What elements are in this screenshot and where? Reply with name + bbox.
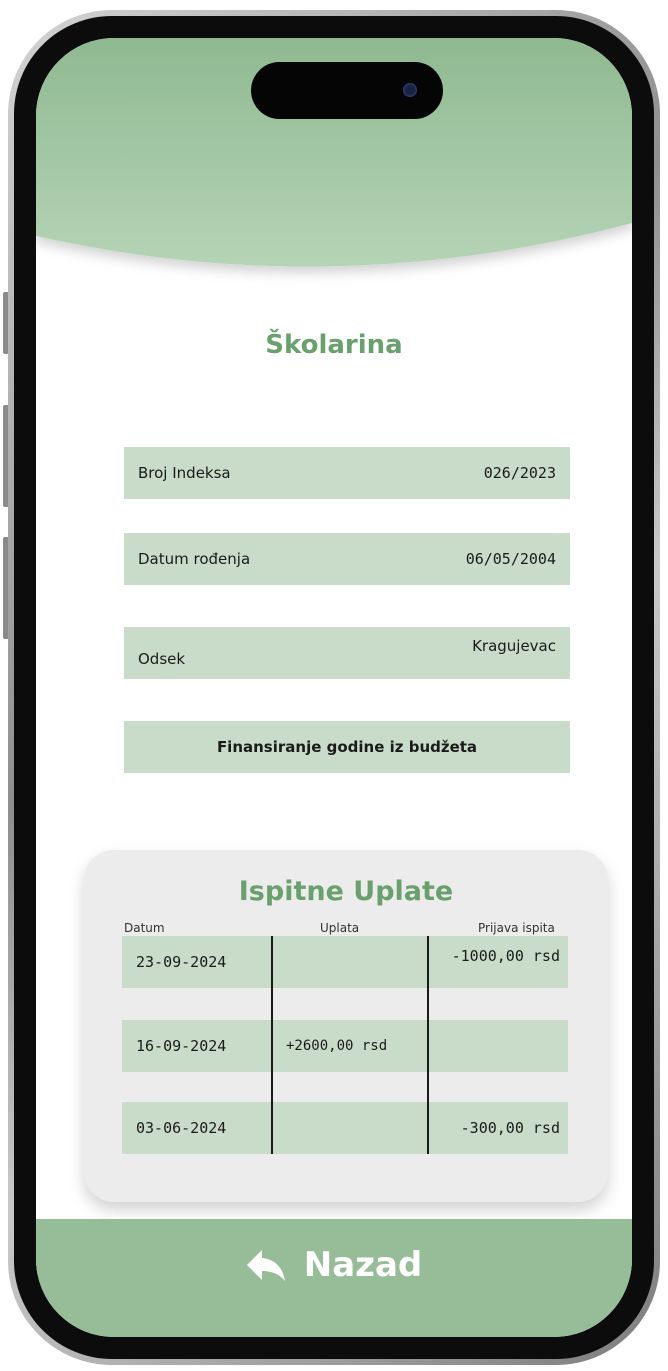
column-divider bbox=[271, 936, 273, 1154]
table-row: 03-06-2024 -300,00 rsd bbox=[122, 1102, 568, 1154]
phone-screen: Školarina Broj Indeksa 026/2023 Datum ro… bbox=[36, 38, 632, 1337]
index-number-row: Broj Indeksa 026/2023 bbox=[124, 447, 570, 499]
exam-payments-title: Ispitne Uplate bbox=[238, 876, 454, 907]
column-header-payment: Uplata bbox=[320, 921, 360, 935]
row-exam-fee: -1000,00 rsd bbox=[451, 947, 560, 965]
reply-arrow-icon bbox=[246, 1250, 285, 1281]
financing-text: Finansiranje godine iz budžeta bbox=[216, 738, 478, 756]
exam-payments-card: Ispitne Uplate Datum Uplata Prijava ispi… bbox=[84, 850, 608, 1202]
department-label: Odsek bbox=[138, 650, 186, 668]
row-exam-fee: -300,00 rsd bbox=[460, 1119, 560, 1137]
table-row: 16-09-2024 +2600,00 rsd bbox=[122, 1020, 568, 1072]
column-header-date: Datum bbox=[124, 921, 165, 935]
row-payment: +2600,00 rsd bbox=[286, 1038, 388, 1054]
row-date: 23-09-2024 bbox=[136, 953, 227, 971]
row-date: 03-06-2024 bbox=[136, 1119, 227, 1137]
phone-bezel: Školarina Broj Indeksa 026/2023 Datum ro… bbox=[14, 16, 654, 1359]
footer-bar: Nazad bbox=[36, 1219, 632, 1337]
app-frame: Školarina Broj Indeksa 026/2023 Datum ro… bbox=[0, 0, 668, 1371]
department-row: Odsek Kragujevac bbox=[124, 627, 570, 679]
dynamic-island bbox=[251, 62, 443, 119]
birth-date-value: 06/05/2004 bbox=[465, 550, 556, 568]
camera-icon bbox=[403, 83, 417, 97]
index-number-value: 026/2023 bbox=[483, 464, 556, 482]
back-button[interactable]: Nazad bbox=[36, 1245, 632, 1285]
back-button-label: Nazad bbox=[303, 1245, 423, 1285]
phone-frame: Školarina Broj Indeksa 026/2023 Datum ro… bbox=[8, 10, 660, 1365]
column-divider bbox=[427, 936, 429, 1154]
birth-date-row: Datum rođenja 06/05/2004 bbox=[124, 533, 570, 585]
department-value: Kragujevac bbox=[472, 637, 556, 655]
table-row: 23-09-2024 -1000,00 rsd bbox=[122, 936, 568, 988]
financing-status: Finansiranje godine iz budžeta bbox=[124, 721, 570, 773]
row-date: 16-09-2024 bbox=[136, 1037, 227, 1055]
index-number-label: Broj Indeksa bbox=[138, 464, 231, 482]
birth-date-label: Datum rođenja bbox=[138, 550, 251, 568]
page-title: Školarina bbox=[265, 330, 403, 360]
